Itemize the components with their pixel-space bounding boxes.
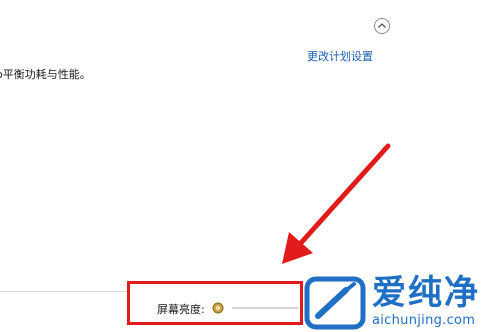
watermark-logo — [304, 276, 366, 330]
watermark-url: aichunjing.com — [372, 313, 476, 328]
watermark-title: 爱纯净 — [372, 273, 480, 313]
